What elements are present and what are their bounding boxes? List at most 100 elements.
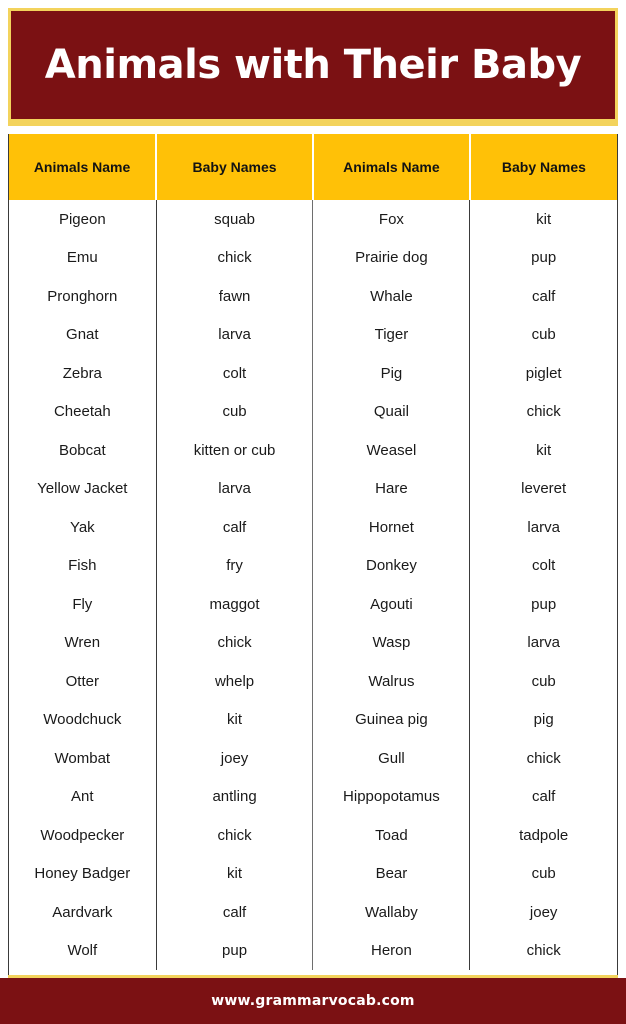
table-row: Honey Badger kit Bear cub bbox=[9, 854, 617, 893]
cell-baby-name-left: kit bbox=[156, 700, 314, 739]
cell-baby-name-left: chick bbox=[156, 623, 314, 662]
cell-animal-name-right: Heron bbox=[312, 931, 471, 970]
cell-baby-name-right: larva bbox=[527, 518, 560, 536]
table-row: Bobcat kitten or cub Weasel kit bbox=[9, 431, 617, 470]
cell-animal-name-right: Quail bbox=[312, 392, 471, 431]
cell-animal-name-left: Yellow Jacket bbox=[9, 469, 157, 508]
table-row: Wren chick Wasp larva bbox=[9, 623, 617, 662]
cell-animal-name-left: Ant bbox=[9, 777, 157, 816]
cell-baby-name-right: pup bbox=[531, 595, 557, 613]
cell-animal-name-right: Prairie dog bbox=[312, 238, 471, 277]
cell-baby-name-left: fawn bbox=[156, 277, 314, 316]
cell-baby-name-left: kit bbox=[156, 854, 314, 893]
cell-baby-name-right: chick bbox=[526, 403, 561, 421]
cell-baby-name-right: kit bbox=[536, 441, 552, 459]
cell-baby-name-right: calf bbox=[532, 788, 556, 806]
cell-animal-name-right: Guinea pig bbox=[312, 700, 471, 739]
cell-animal-name-left: Pronghorn bbox=[9, 277, 157, 316]
website-url: www.grammarvocab.com bbox=[211, 993, 415, 1009]
cell-animal-name-right: Hare bbox=[312, 469, 471, 508]
cell-baby-name-right: cub bbox=[531, 865, 556, 883]
banner-table-spacer bbox=[0, 126, 626, 134]
cell-animal-name-left: Cheetah bbox=[9, 392, 157, 431]
cell-animal-name-right: Wasp bbox=[312, 623, 471, 662]
cell-baby-name-left: pup bbox=[156, 931, 314, 970]
cell-animal-name-right: Gull bbox=[312, 739, 471, 778]
table-row: Fly maggot Agouti pup bbox=[9, 585, 617, 624]
cell-animal-name-right: Pig bbox=[312, 354, 471, 393]
cell-baby-name-right: cub bbox=[531, 326, 556, 344]
cell-animal-name-right: Whale bbox=[312, 277, 471, 316]
table-row: Zebra colt Pig piglet bbox=[9, 354, 617, 393]
cell-baby-name-left: chick bbox=[156, 816, 314, 855]
animals-table: Animals Name Baby Names Animals Name Bab… bbox=[9, 134, 617, 970]
cell-baby-name-left: colt bbox=[156, 354, 314, 393]
cell-baby-name-left: calf bbox=[156, 508, 314, 547]
table-row: Pigeon squab Fox kit bbox=[9, 200, 617, 239]
table-row: Yellow Jacket larva Hare leveret bbox=[9, 469, 617, 508]
title-banner: Animals with Their Baby bbox=[8, 8, 618, 122]
cell-animal-name-right: Hippopotamus bbox=[312, 777, 471, 816]
cell-baby-name-right: leveret bbox=[521, 480, 567, 498]
header-row: Animals Name Baby Names Animals Name Bab… bbox=[9, 134, 617, 200]
cell-baby-name-left: larva bbox=[156, 469, 314, 508]
cell-animal-name-left: Otter bbox=[9, 662, 157, 701]
column-header-animals-name-2: Animals Name bbox=[312, 134, 471, 200]
footer-bar: www.grammarvocab.com bbox=[0, 978, 626, 1024]
table-row: Woodchuck kit Guinea pig pig bbox=[9, 700, 617, 739]
table-row: Emu chick Prairie dog pup bbox=[9, 238, 617, 277]
cell-animal-name-right: Weasel bbox=[312, 431, 471, 470]
cell-animal-name-right: Wallaby bbox=[312, 893, 471, 932]
cell-animal-name-left: Wren bbox=[9, 623, 157, 662]
column-header-animals-name-1: Animals Name bbox=[9, 134, 158, 200]
table-row: Otter whelp Walrus cub bbox=[9, 662, 617, 701]
cell-animal-name-left: Woodchuck bbox=[9, 700, 157, 739]
cell-baby-name-right: cub bbox=[531, 672, 556, 690]
cell-baby-name-left: chick bbox=[156, 238, 314, 277]
cell-baby-name-right: chick bbox=[526, 749, 561, 767]
column-header-baby-names-1: Baby Names bbox=[156, 134, 314, 200]
cell-baby-name-left: joey bbox=[156, 739, 314, 778]
cell-baby-name-right: piglet bbox=[525, 364, 562, 382]
cell-baby-name-left: calf bbox=[156, 893, 314, 932]
cell-baby-name-right: pup bbox=[531, 249, 557, 267]
column-header-baby-names-2: Baby Names bbox=[469, 134, 617, 200]
cell-animal-name-right: Donkey bbox=[312, 546, 471, 585]
table-row: Fish fry Donkey colt bbox=[9, 546, 617, 585]
table-header: Animals Name Baby Names Animals Name Bab… bbox=[9, 134, 617, 200]
cell-animal-name-left: Bobcat bbox=[9, 431, 157, 470]
cell-baby-name-right: larva bbox=[527, 634, 560, 652]
cell-baby-name-left: cub bbox=[156, 392, 314, 431]
table-row: Ant antling Hippopotamus calf bbox=[9, 777, 617, 816]
cell-animal-name-left: Wombat bbox=[9, 739, 157, 778]
table-row: Pronghorn fawn Whale calf bbox=[9, 277, 617, 316]
cell-animal-name-right: Walrus bbox=[312, 662, 471, 701]
cell-baby-name-right: tadpole bbox=[519, 826, 569, 844]
cell-baby-name-left: maggot bbox=[156, 585, 314, 624]
animals-table-wrapper: Animals Name Baby Names Animals Name Bab… bbox=[8, 134, 618, 975]
table-row: Aardvark calf Wallaby joey bbox=[9, 893, 617, 932]
cell-baby-name-left: fry bbox=[156, 546, 314, 585]
cell-animal-name-left: Honey Badger bbox=[9, 854, 157, 893]
cell-baby-name-right: chick bbox=[526, 942, 561, 960]
cell-baby-name-left: antling bbox=[156, 777, 314, 816]
cell-animal-name-left: Fly bbox=[9, 585, 157, 624]
page-title: Animals with Their Baby bbox=[44, 42, 582, 88]
cell-animal-name-left: Gnat bbox=[9, 315, 157, 354]
table-row: Wolf pup Heron chick bbox=[9, 931, 617, 970]
table-row: Yak calf Hornet larva bbox=[9, 508, 617, 547]
table-row: Gnat larva Tiger cub bbox=[9, 315, 617, 354]
cell-animal-name-left: Aardvark bbox=[9, 893, 157, 932]
cell-baby-name-left: squab bbox=[156, 200, 314, 239]
table-body: Pigeon squab Fox kit Emu chick Prairie dog pup P… bbox=[9, 200, 617, 970]
cell-animal-name-right: Hornet bbox=[312, 508, 471, 547]
cell-animal-name-right: Bear bbox=[312, 854, 471, 893]
cell-animal-name-left: Fish bbox=[9, 546, 157, 585]
cell-baby-name-right: colt bbox=[532, 557, 556, 575]
cell-baby-name-right: joey bbox=[529, 903, 558, 921]
cell-baby-name-right: calf bbox=[532, 287, 556, 305]
table-row: Cheetah cub Quail chick bbox=[9, 392, 617, 431]
cell-animal-name-right: Agouti bbox=[312, 585, 471, 624]
cell-animal-name-right: Tiger bbox=[312, 315, 471, 354]
cell-animal-name-left: Yak bbox=[9, 508, 157, 547]
